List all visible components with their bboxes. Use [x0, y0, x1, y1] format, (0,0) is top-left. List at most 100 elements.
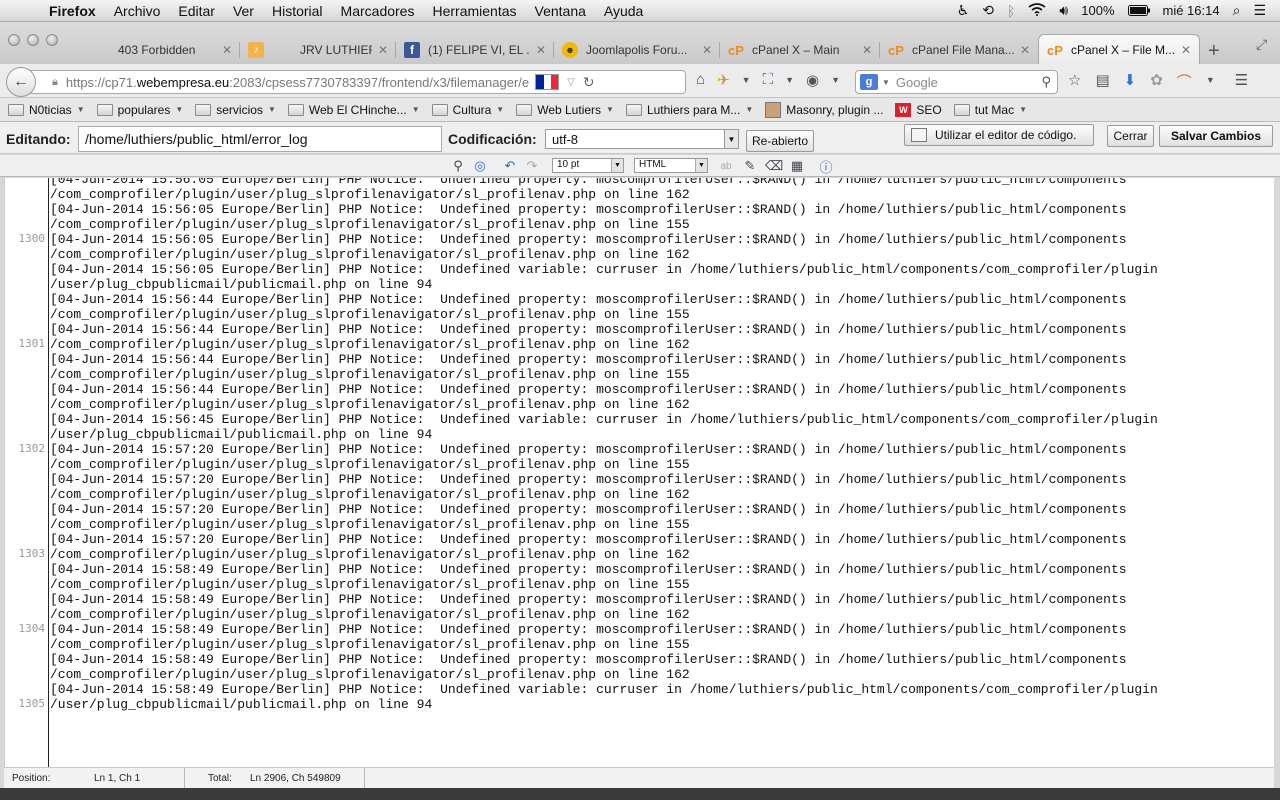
bookmark-folder-populares[interactable]: populares ▼: [96, 103, 183, 117]
code-line: /com_comprofiler/plugin/user/plug_slprof…: [50, 397, 690, 412]
close-tab-icon[interactable]: ✕: [378, 43, 388, 57]
bookmark-folder-tut-mac[interactable]: tut Mac ▼: [953, 103, 1027, 117]
lock-icon[interactable]: 🔒︎: [52, 76, 58, 89]
search-icon[interactable]: ⚲: [1041, 74, 1051, 90]
reopen-button[interactable]: Re-abierto: [746, 130, 814, 152]
goto-line-icon[interactable]: ◎: [472, 158, 488, 174]
minimize-window-button[interactable]: [27, 34, 39, 46]
redo-icon[interactable]: ↷: [524, 158, 540, 174]
menu-icon[interactable]: ☰: [1235, 71, 1248, 92]
menu-editar[interactable]: Editar: [169, 3, 224, 19]
home-icon[interactable]: ⌂: [696, 71, 705, 89]
save-changes-button[interactable]: Salvar Cambios: [1159, 125, 1273, 147]
line-number: 1303: [18, 547, 46, 560]
code-content[interactable]: [04-Jun-2014 15:56:05 Europe/Berlin] PHP…: [50, 178, 1270, 712]
privacy-addon-icon[interactable]: ◉: [806, 71, 819, 89]
bookmark-folder-web-el-chinche[interactable]: Web El CHinche... ▼: [287, 103, 420, 117]
tab-title: cPanel X – File M...: [1071, 43, 1175, 57]
accessibility-icon[interactable]: ♿: [957, 2, 970, 19]
search-replace-icon[interactable]: ⚲: [450, 158, 466, 174]
menu-marcadores[interactable]: Marcadores: [332, 3, 424, 19]
undo-icon[interactable]: ↶: [502, 158, 518, 174]
bookmark-folder-cultura[interactable]: Cultura ▼: [431, 103, 504, 117]
close-tab-icon[interactable]: ✕: [862, 43, 872, 57]
bookmark-folder-noticias[interactable]: N0ticias ▼: [8, 103, 85, 117]
fullscreen-icon[interactable]: ⤢: [1256, 36, 1267, 53]
code-editor-button[interactable]: Utilizar el editor de código.: [904, 124, 1094, 146]
tab-jrv-luthier[interactable]: ♪ JRV LUTHIER ✕: [240, 36, 396, 64]
syntax-select[interactable]: HTML ▼: [634, 158, 708, 173]
eraser-icon[interactable]: ⌫: [765, 158, 783, 174]
search-box[interactable]: g ▼ Google ⚲: [855, 70, 1058, 94]
back-button[interactable]: ←: [6, 67, 36, 97]
close-button[interactable]: Cerrar: [1107, 125, 1154, 147]
reading-list-icon[interactable]: ▤: [1095, 71, 1109, 92]
menu-app-firefox[interactable]: Firefox: [40, 3, 105, 19]
french-flag-icon[interactable]: [535, 74, 560, 90]
google-icon[interactable]: g: [860, 74, 878, 90]
tab-title: JRV LUTHIER: [300, 43, 372, 57]
clock[interactable]: mié 16:14: [1163, 3, 1220, 18]
help-icon[interactable]: ⓘ: [818, 158, 834, 175]
volume-icon[interactable]: 🔊︎: [1059, 2, 1068, 19]
close-tab-icon[interactable]: ✕: [1181, 43, 1191, 57]
new-tab-icon[interactable]: +: [1208, 40, 1220, 63]
screenshot-addon-icon[interactable]: ⛶: [763, 71, 774, 89]
tab-cpanel-main[interactable]: cP cPanel X – Main ✕: [720, 36, 880, 64]
highlight-icon[interactable]: ✎: [742, 158, 758, 174]
tab-cpanel-file-m-active[interactable]: cP cPanel X – File M... ✕: [1038, 34, 1200, 65]
battery-icon[interactable]: [1127, 3, 1150, 19]
code-line: /com_comprofiler/plugin/user/plug_slprof…: [50, 217, 690, 232]
addon-dropdown-icon[interactable]: ▼: [831, 71, 840, 89]
addon-dropdown-icon[interactable]: ▼: [1206, 71, 1215, 92]
editor-status-bar: Position: Ln 1, Ch 1 Total: Ln 2906, Ch …: [4, 767, 1274, 789]
url-bar[interactable]: 🔒︎ https://cp71. webempresa.eu:2083/cpses…: [30, 70, 686, 94]
tab-cpanel-file-manager[interactable]: cP cPanel File Mana... ✕: [880, 36, 1038, 64]
editor-header: Editando: Codificación: utf-8 ▼ Re-abier…: [0, 122, 1280, 154]
search-engine-dropdown-icon[interactable]: ▼: [882, 78, 890, 87]
close-tab-icon[interactable]: ✕: [536, 43, 546, 57]
file-path-input[interactable]: [78, 126, 442, 152]
spellcheck-icon[interactable]: ab: [718, 158, 734, 174]
bookmark-folder-servicios[interactable]: servicios ▼: [195, 103, 276, 117]
notification-list-icon[interactable]: ☰: [1253, 2, 1266, 19]
bookmark-folder-web-lutiers[interactable]: Web Lutiers ▼: [516, 103, 614, 117]
tab-felipe-vi[interactable]: f (1) FELIPE VI, EL ... ✕: [396, 36, 554, 64]
menu-ayuda[interactable]: Ayuda: [595, 3, 652, 19]
spotlight-search-icon[interactable]: ⌕: [1233, 2, 1241, 19]
tab-joomlapolis[interactable]: ☻ Joomlapolis Foru... ✕: [554, 36, 720, 64]
reload-icon[interactable]: ↻: [583, 74, 595, 91]
menu-ver[interactable]: Ver: [224, 3, 263, 19]
bookmark-masonry[interactable]: Masonry, plugin ...: [765, 101, 883, 118]
extension-icon[interactable]: ✿: [1150, 71, 1163, 92]
url-dropdown-icon[interactable]: ▽: [567, 77, 575, 88]
addon-dropdown-icon[interactable]: ▼: [742, 71, 751, 89]
close-window-button[interactable]: [8, 34, 20, 46]
close-tab-icon[interactable]: ✕: [1020, 43, 1030, 57]
download-icon[interactable]: ⬇: [1124, 71, 1137, 92]
menu-archivo[interactable]: Archivo: [105, 3, 170, 19]
encoding-select[interactable]: utf-8 ▼: [545, 129, 739, 149]
addon-dropdown-icon[interactable]: ▼: [785, 71, 794, 89]
menu-historial[interactable]: Historial: [263, 3, 332, 19]
wifi-icon[interactable]: [1028, 2, 1046, 19]
bookmark-seo[interactable]: W SEO: [895, 102, 942, 117]
code-line: /user/plug_cbpublicmail/publicmail.php o…: [50, 427, 433, 442]
editor-toolbar: ⚲ ◎ ↶ ↷ 10 pt ▼ HTML ▼ ab ✎ ⌫ ▦ ⓘ: [0, 155, 1280, 177]
menu-herramientas[interactable]: Herramientas: [423, 3, 525, 19]
close-tab-icon[interactable]: ✕: [222, 43, 232, 57]
toggle-editor-icon[interactable]: ▦: [789, 158, 805, 174]
menu-ventana[interactable]: Ventana: [526, 3, 595, 19]
zoom-window-button[interactable]: [46, 34, 58, 46]
tab-403-forbidden[interactable]: 403 Forbidden ✕: [86, 36, 240, 64]
bluetooth-icon[interactable]: ᛒ: [1007, 3, 1015, 19]
font-size-select[interactable]: 10 pt ▼: [552, 158, 624, 173]
folder-icon: [625, 103, 642, 116]
addon-icon[interactable]: ✈: [717, 71, 730, 89]
time-machine-icon[interactable]: ⟲: [982, 2, 994, 19]
code-editor[interactable]: 1300 1301 1302 1303 1304 1305 [04-Jun-2014 15…: [4, 178, 1274, 767]
bookmark-star-icon[interactable]: ☆: [1068, 71, 1081, 92]
rainbow-addon-icon[interactable]: ⌒: [1177, 71, 1192, 92]
bookmark-folder-luthiers-para-m[interactable]: Luthiers para M... ▼: [625, 103, 753, 117]
close-tab-icon[interactable]: ✕: [702, 43, 712, 57]
